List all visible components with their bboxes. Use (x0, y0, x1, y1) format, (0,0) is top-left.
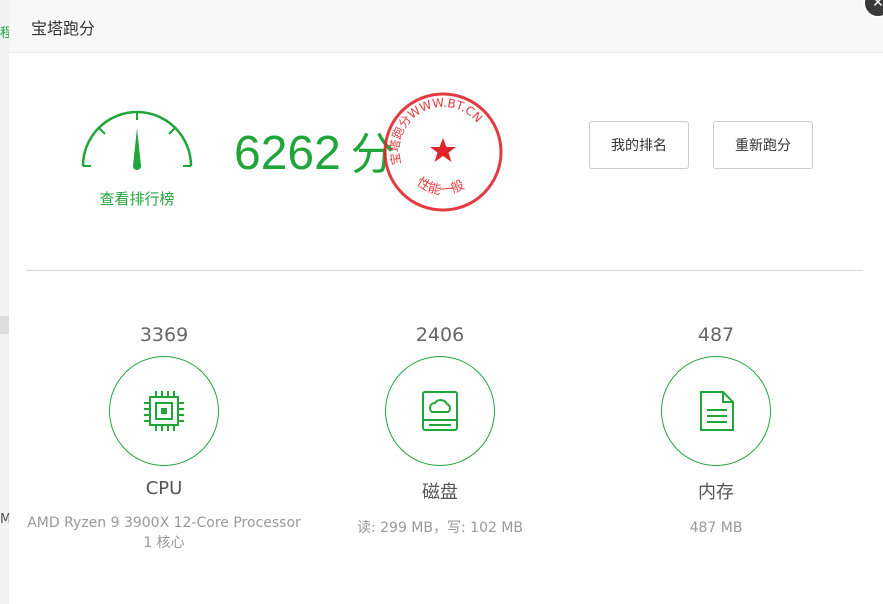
metric-detail-line: AMD Ryzen 9 3900X 12-Core Processor (27, 515, 301, 531)
metric-detail-line: 487 MB (689, 520, 743, 536)
score-value: 6262 (234, 127, 341, 180)
section-divider (26, 270, 863, 271)
cpu-chip-icon (144, 391, 184, 431)
metric-detail-line: 1 核心 (143, 535, 185, 551)
svg-text:性能一般: 性能一般 (414, 175, 467, 198)
performance-seal-stamp: 宝塔跑分WWW.BT.CN 性能一般 (383, 92, 503, 212)
seal-top-text: 宝塔跑分WWW.BT.CN (388, 95, 486, 166)
metric-name: CPU (145, 478, 183, 499)
metric-detail-line: 读: 299 MB，写: 102 MB (356, 520, 524, 536)
metric-cpu: 3369 CPU AMD Ryzen 9 3900X 12-Core Proce… (24, 320, 304, 553)
benchmark-dialog: 宝塔跑分 ✕ 查看排行榜 6262 分 宝塔跑分WWW.BT.CN 性能一般 我的… (9, 0, 883, 604)
dialog-titlebar: 宝塔跑分 (9, 0, 883, 53)
metric-name: 磁盘 (422, 482, 458, 503)
metric-icon-circle (109, 356, 219, 466)
metric-name: 内存 (698, 482, 734, 503)
rerun-benchmark-button[interactable]: 重新跑分 (713, 121, 813, 169)
svg-text:宝塔跑分WWW.BT.CN: 宝塔跑分WWW.BT.CN (388, 95, 486, 166)
metric-detail: 读: 299 MB，写: 102 MB (300, 518, 580, 538)
metric-icon-circle (661, 356, 771, 466)
metric-detail: 487 MB (576, 518, 856, 538)
metric-memory: 487 内存 487 MB (576, 320, 856, 538)
my-rank-button[interactable]: 我的排名 (589, 121, 689, 169)
view-ranking-link[interactable]: 查看排行榜 (81, 188, 193, 209)
metric-icon-circle (385, 356, 495, 466)
memory-doc-icon (700, 391, 734, 431)
seal-bottom-text: 性能一般 (414, 175, 467, 198)
metric-score: 3369 (139, 324, 189, 346)
metric-detail: AMD Ryzen 9 3900X 12-Core Processor 1 核心 (24, 513, 304, 553)
speedometer-icon[interactable] (79, 108, 195, 172)
metric-disk: 2406 磁盘 读: 299 MB，写: 102 MB (300, 320, 580, 538)
metric-score: 487 (697, 324, 735, 346)
dialog-title: 宝塔跑分 (31, 19, 96, 38)
total-score: 6262 分 (234, 118, 395, 182)
metric-score: 2406 (415, 324, 465, 346)
disk-cloud-icon (422, 391, 458, 431)
